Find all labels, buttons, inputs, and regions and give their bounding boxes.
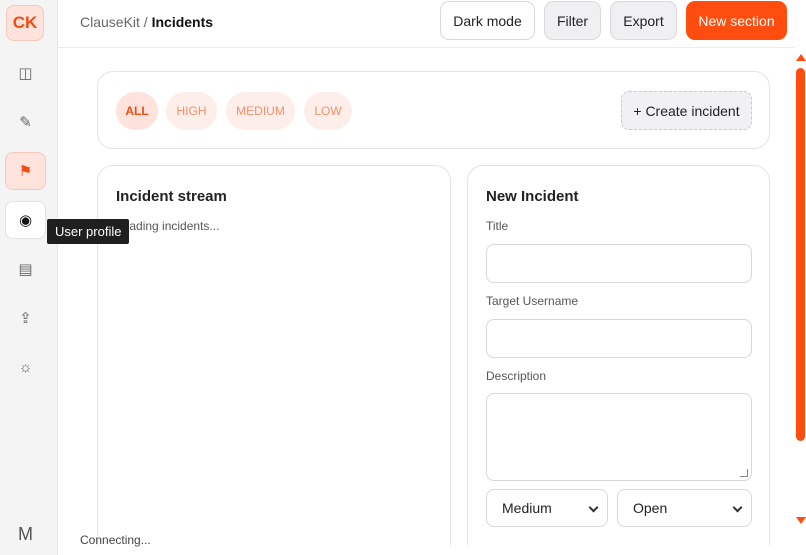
title-label: Title	[486, 219, 509, 233]
chevron-down-icon	[732, 502, 743, 513]
target-username-input[interactable]	[486, 319, 752, 358]
scroll-down-arrow-icon[interactable]	[796, 517, 806, 524]
user-profile-tooltip: User profile	[47, 219, 130, 244]
sidebar-item-list[interactable]: ▤	[5, 250, 46, 288]
dark-mode-button[interactable]: Dark mode	[440, 1, 535, 40]
severity-select-value: Medium	[502, 500, 552, 516]
filter-button[interactable]: Filter	[544, 1, 601, 40]
radio-target-icon: ◉	[18, 212, 33, 229]
avatar[interactable]: M	[5, 515, 46, 553]
title-input[interactable]	[486, 244, 752, 283]
breadcrumb-current: Incidents	[151, 14, 214, 30]
filter-chip-medium[interactable]: MEDIUM	[226, 92, 295, 130]
incident-stream-panel: Incident stream Loading incidents...	[97, 165, 451, 545]
sidebar-item-user-profile[interactable]: ◉	[5, 201, 46, 239]
filter-chip-low[interactable]: LOW	[304, 92, 352, 130]
status-select[interactable]: Open	[617, 489, 752, 527]
pencil-icon: ✎	[19, 114, 32, 131]
sidebar-item-upload[interactable]: ⇪	[5, 299, 46, 337]
sun-gear-icon: ☼	[18, 358, 33, 376]
scroll-thumb[interactable]	[796, 68, 805, 441]
breadcrumb-root[interactable]: ClauseKit	[80, 14, 140, 30]
incident-stream-title: Incident stream	[116, 188, 227, 205]
sidebar-item-settings[interactable]: ☼	[5, 348, 46, 386]
sidebar-item-edit[interactable]: ✎	[5, 103, 46, 141]
filter-chip-all[interactable]: ALL	[116, 92, 158, 130]
upload-icon: ⇪	[19, 310, 32, 327]
create-incident-button[interactable]: + Create incident	[621, 91, 752, 130]
connection-status: Connecting...	[80, 533, 151, 547]
chevron-down-icon	[588, 502, 599, 513]
columns-icon: ◫	[18, 65, 33, 82]
incident-stream-loading: Loading incidents...	[116, 219, 220, 233]
list-icon: ▤	[18, 261, 33, 278]
status-select-value: Open	[633, 500, 668, 516]
severity-select[interactable]: Medium	[486, 489, 608, 527]
filter-chip-high[interactable]: HIGH	[166, 92, 217, 130]
breadcrumb: ClauseKit / Incidents	[80, 14, 213, 30]
app-logo[interactable]: CK	[6, 5, 44, 41]
sidebar: CK ◫ ✎ ⚑ ◉ ▤ ⇪ ☼ M	[0, 0, 58, 555]
page-scrollbar[interactable]	[794, 48, 806, 530]
export-button[interactable]: Export	[610, 1, 677, 40]
sidebar-item-incidents[interactable]: ⚑	[5, 152, 46, 190]
breadcrumb-separator: /	[139, 14, 152, 30]
description-label: Description	[486, 369, 547, 383]
resize-handle-icon[interactable]	[740, 469, 748, 477]
scroll-up-arrow-icon[interactable]	[796, 54, 806, 61]
target-username-label: Target Username	[486, 294, 579, 308]
sidebar-toggle-button[interactable]: ◫	[5, 54, 46, 92]
top-header: ClauseKit / Incidents Dark mode Filter E…	[58, 0, 794, 48]
description-textarea[interactable]	[486, 393, 752, 481]
filter-bar: ALL HIGH MEDIUM LOW + Create incident	[97, 71, 770, 149]
flag-icon: ⚑	[18, 163, 33, 180]
new-incident-title: New Incident	[486, 188, 579, 205]
new-incident-panel: New Incident Title Target Username Descr…	[467, 165, 770, 545]
new-section-button[interactable]: New section	[686, 1, 787, 40]
